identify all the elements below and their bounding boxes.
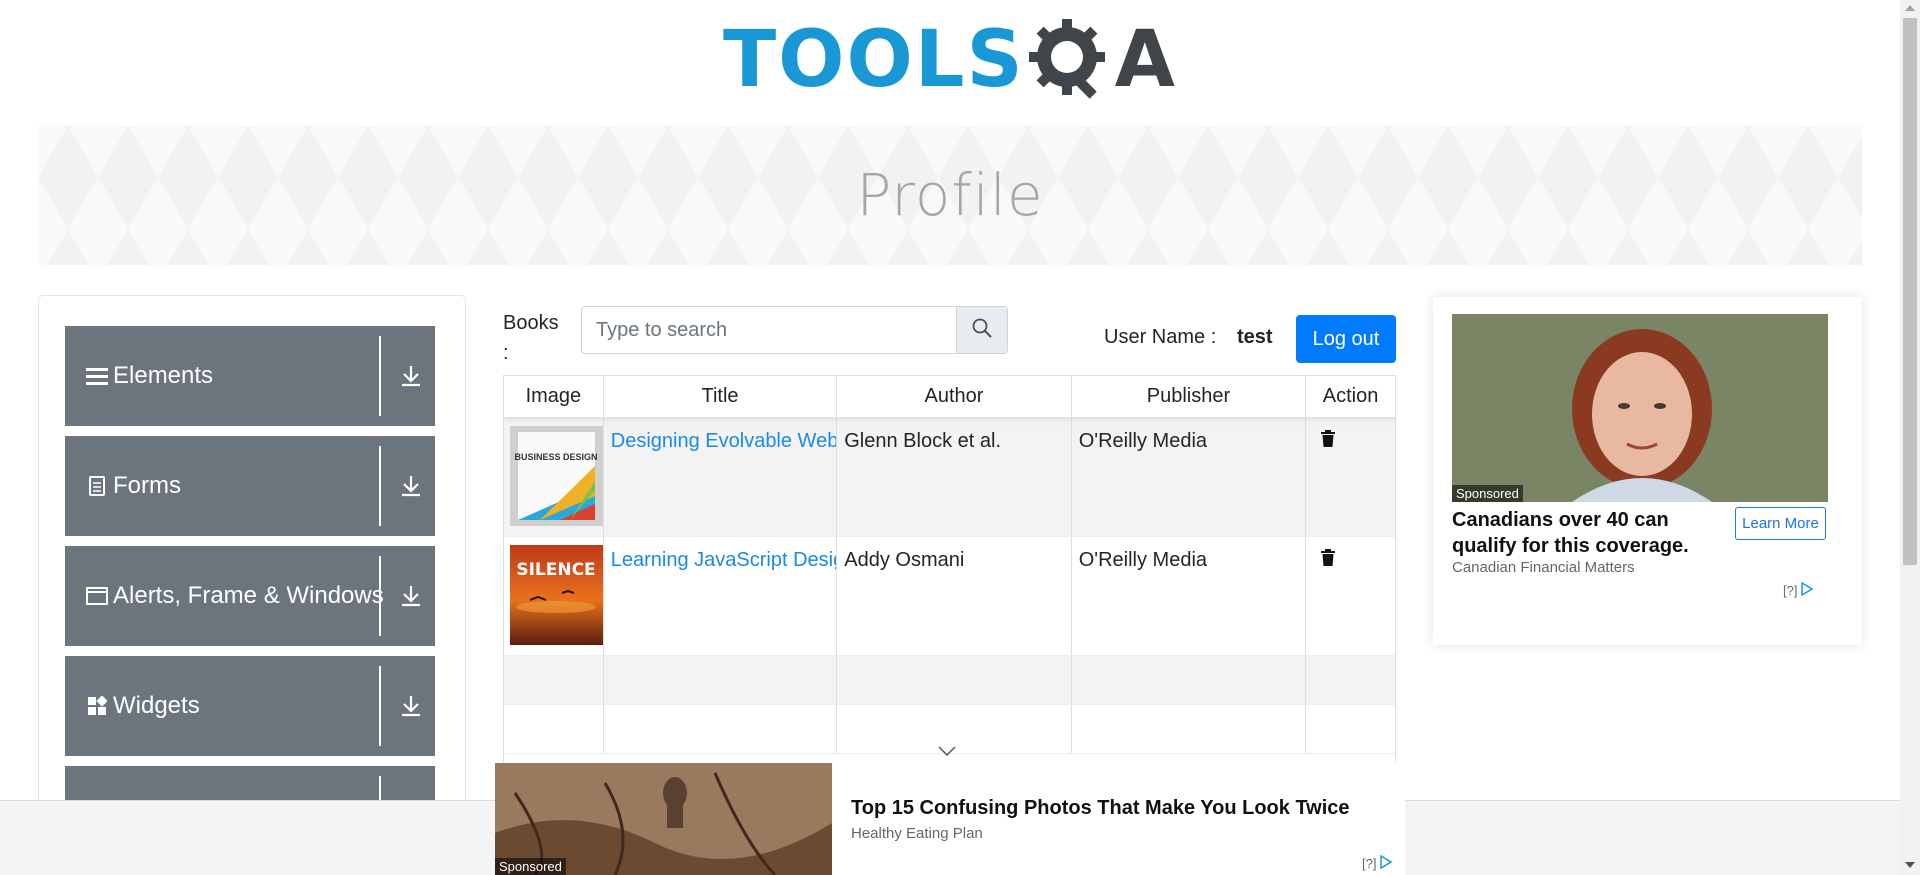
sidebar-group-label: Widgets (113, 692, 200, 719)
ad-choices[interactable]: [?] (1783, 581, 1814, 599)
gear-magnifier-icon (1027, 17, 1113, 103)
book-cover-text: SILENCE (516, 560, 595, 580)
scrollbar-thumb[interactable] (1903, 18, 1917, 565)
table-row: BUSINESS DESIGN Designing Evolvable Web … (504, 418, 1395, 537)
divider (379, 446, 381, 526)
chevron-down-icon[interactable] (937, 744, 957, 762)
page-banner: Profile (38, 125, 1862, 265)
search-icon (972, 318, 992, 343)
widgets-icon (85, 694, 109, 718)
book-cover-image: BUSINESS DESIGN (510, 426, 603, 526)
books-table: Image Title Author Publisher Action BUSI… (503, 375, 1396, 765)
adchoices-icon (1800, 581, 1814, 599)
column-header-image[interactable]: Image (504, 376, 604, 417)
column-header-title[interactable]: Title (604, 376, 838, 417)
ad-image[interactable]: Sponsored (495, 763, 832, 875)
search-button[interactable] (956, 307, 1007, 353)
column-header-action[interactable]: Action (1306, 376, 1395, 417)
adchoices-icon (1379, 854, 1393, 872)
book-cover-image: SILENCE (510, 545, 603, 645)
download-arrow-icon[interactable] (395, 470, 427, 502)
book-title-link[interactable]: Learning JavaScript Design Patterns (611, 549, 836, 571)
ad-source: Healthy Eating Plan (851, 825, 983, 842)
logo-text-tools: TOOLS (722, 15, 1025, 105)
delete-icon[interactable] (1321, 430, 1336, 452)
download-arrow-icon[interactable] (395, 580, 427, 612)
logout-button[interactable]: Log out (1296, 315, 1396, 363)
table-cell-author: Addy Osmani (837, 537, 1072, 655)
table-header: Image Title Author Publisher Action (504, 376, 1395, 418)
logo-text-a: A (1114, 15, 1178, 105)
divider (379, 666, 381, 746)
delete-icon[interactable] (1321, 549, 1336, 571)
ad-choices-label: [?] (1783, 583, 1798, 598)
table-row-empty (504, 656, 1395, 705)
search-box (581, 306, 1008, 354)
ad-source: Canadian Financial Matters (1452, 559, 1635, 576)
sponsored-badge: Sponsored (495, 858, 566, 875)
username-value: test (1237, 326, 1273, 348)
table-cell-author: Glenn Block et al. (837, 418, 1072, 536)
hamburger-icon (85, 364, 109, 388)
ad-image[interactable]: Sponsored (1452, 314, 1828, 502)
books-label: Books : (503, 312, 559, 364)
page-title: Profile (856, 161, 1044, 229)
ad-headline[interactable]: Top 15 Confusing Photos That Make You Lo… (851, 797, 1350, 820)
table-cell-image: BUSINESS DESIGN (504, 418, 604, 536)
divider (379, 336, 381, 416)
learn-more-button[interactable]: Learn More (1735, 507, 1826, 540)
toolsqa-logo[interactable]: TOOLS A (723, 15, 1177, 105)
table-cell-action (1306, 537, 1395, 655)
sponsored-ad-card[interactable]: Sponsored Canadians over 40 can qualify … (1433, 297, 1862, 645)
ad-headline[interactable]: Canadians over 40 can qualify for this c… (1452, 507, 1732, 559)
divider (379, 556, 381, 636)
ad-choices-label: [?] (1362, 856, 1377, 871)
column-header-author[interactable]: Author (837, 376, 1072, 417)
sidebar-group-label: Alerts, Frame & Windows (113, 582, 384, 609)
scroll-up-arrow-icon[interactable] (1905, 5, 1915, 11)
table-cell-image: SILENCE (504, 537, 604, 655)
sidebar-group-label: Forms (113, 472, 181, 499)
table-row: SILENCE Learning JavaScript Design Patte… (504, 537, 1395, 656)
document-icon (85, 474, 109, 498)
window-icon (85, 584, 109, 608)
scroll-down-arrow-icon[interactable] (1905, 862, 1915, 868)
download-arrow-icon[interactable] (395, 360, 427, 392)
sponsored-badge: Sponsored (1452, 485, 1523, 502)
username-label: User Name : (1104, 326, 1217, 348)
book-title-link[interactable]: Designing Evolvable Web APIs with ASP.NE… (611, 430, 836, 452)
download-arrow-icon[interactable] (395, 690, 427, 722)
book-cover-text: BUSINESS DESIGN (514, 452, 597, 462)
header: TOOLS A (0, 0, 1900, 120)
table-cell-publisher: O'Reilly Media (1072, 418, 1307, 536)
bottom-sponsored-ad[interactable]: Sponsored Top 15 Confusing Photos That M… (495, 763, 1405, 875)
sidebar-group-elements[interactable]: Elements (65, 326, 435, 426)
table-cell-title: Learning JavaScript Design Patterns (604, 537, 838, 655)
column-header-publisher[interactable]: Publisher (1072, 376, 1307, 417)
sidebar-group-widgets[interactable]: Widgets (65, 656, 435, 756)
sidebar-group-forms[interactable]: Forms (65, 436, 435, 536)
vertical-scrollbar[interactable] (1900, 0, 1920, 875)
sidebar-group-label: Elements (113, 362, 214, 389)
table-cell-title: Designing Evolvable Web APIs with ASP.NE… (604, 418, 838, 536)
ad-choices[interactable]: [?] (1362, 854, 1393, 872)
table-cell-action (1306, 418, 1395, 536)
sidebar-group-alerts-frame-windows[interactable]: Alerts, Frame & Windows (65, 546, 435, 646)
search-input[interactable] (582, 307, 956, 353)
sidebar: Elements Forms Alerts, Frame & Windows W… (38, 295, 466, 875)
table-cell-publisher: O'Reilly Media (1072, 537, 1307, 655)
